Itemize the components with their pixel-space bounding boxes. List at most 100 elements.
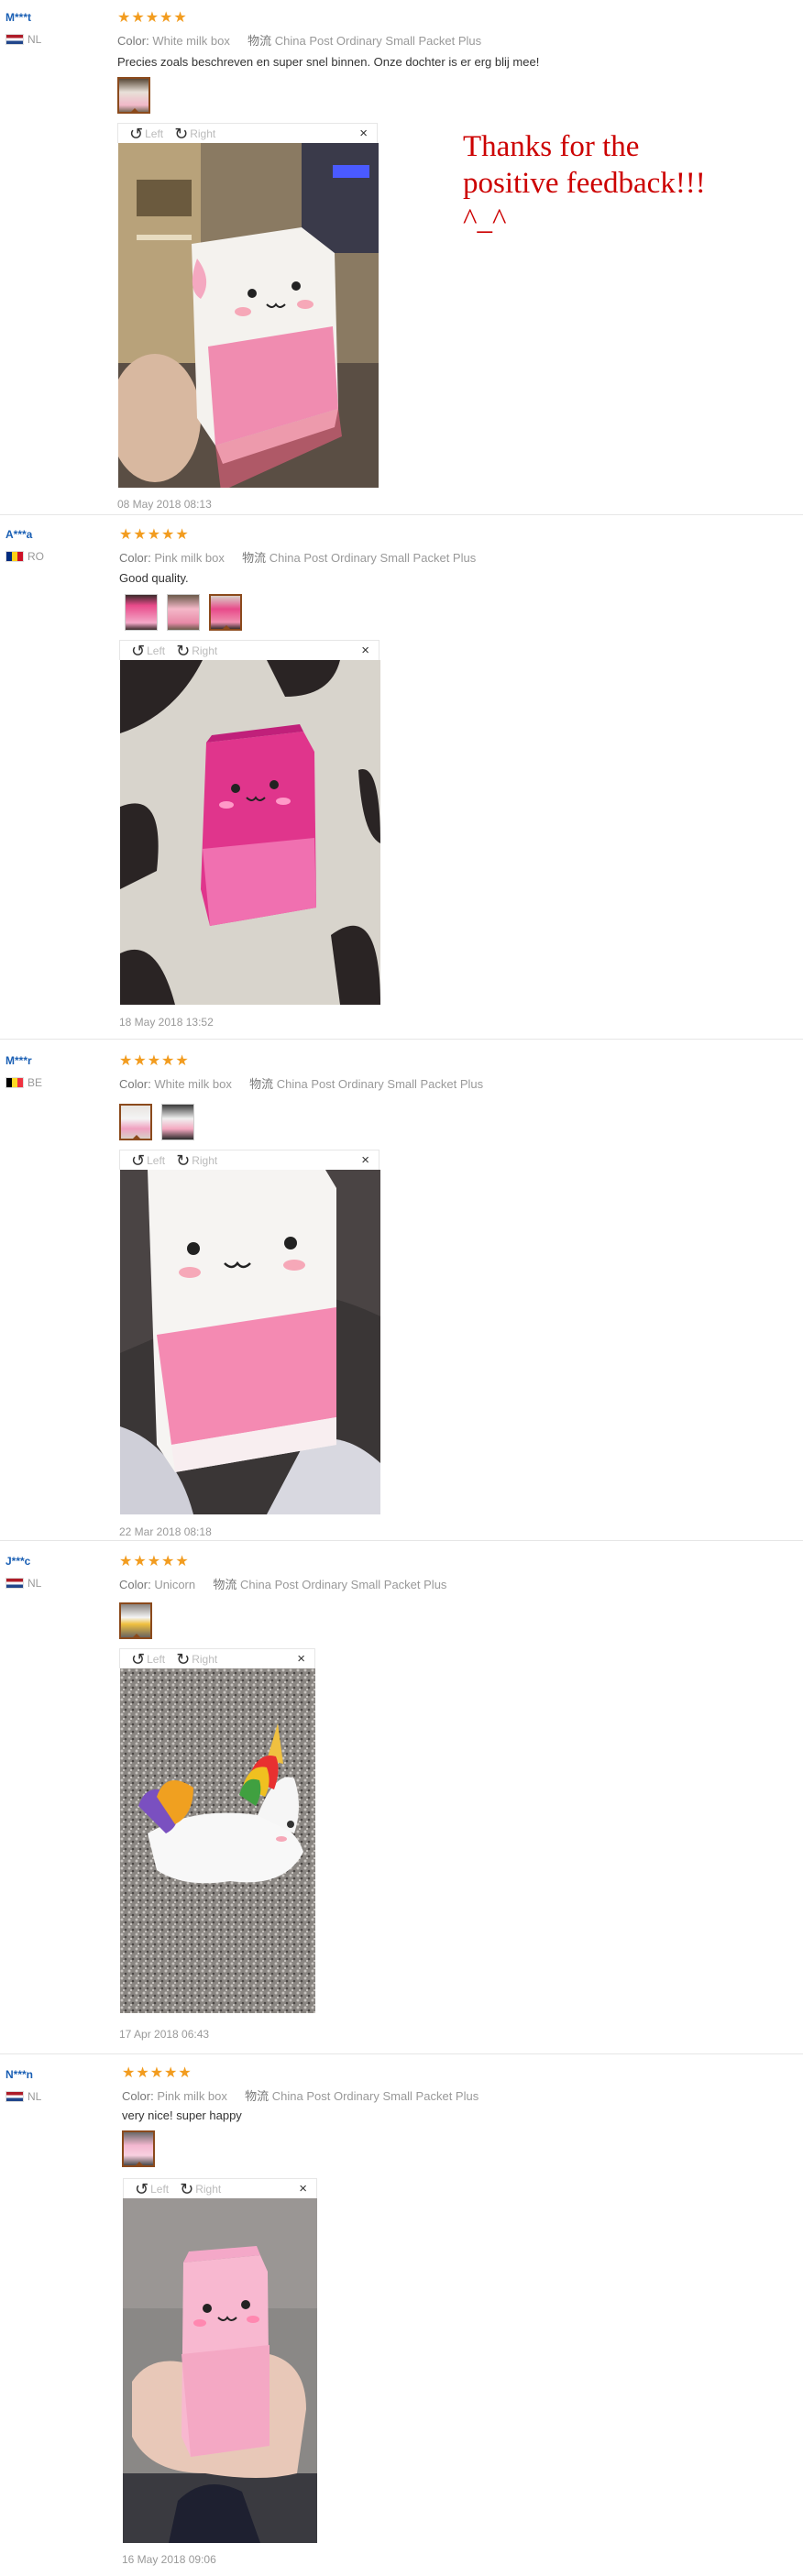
review-thumbnails <box>122 2130 155 2167</box>
review-divider <box>0 1540 803 1541</box>
rotate-right-label: Right <box>195 2182 222 2196</box>
review-divider <box>0 2053 803 2054</box>
rating-stars: ★★★★★ <box>119 1554 190 1569</box>
rating-stars: ★★★★★ <box>119 1053 190 1069</box>
review-date: 17 Apr 2018 06:43 <box>119 2028 210 2041</box>
rotate-right-button[interactable]: ↻ Right <box>176 1152 217 1169</box>
review-thumbnails <box>125 594 242 631</box>
rotate-right-icon: ↻ <box>176 1649 191 1668</box>
review-thumbnail[interactable] <box>122 2130 155 2167</box>
rotate-left-button[interactable]: ↺ Left <box>131 1152 165 1169</box>
shipping-label: 物流 <box>249 1077 274 1091</box>
rotate-left-button[interactable]: ↺ Left <box>129 126 163 142</box>
review-date: 08 May 2018 08:13 <box>117 498 212 511</box>
country-code: NL <box>28 2090 42 2103</box>
close-icon[interactable]: × <box>361 643 369 658</box>
rotate-right-button[interactable]: ↻ Right <box>176 643 217 659</box>
review-thumbnail[interactable] <box>119 1104 152 1140</box>
rotate-right-label: Right <box>192 644 218 657</box>
reviewer-name[interactable]: M***t <box>6 11 31 24</box>
review-photo[interactable] <box>118 143 379 488</box>
review-date: 22 Mar 2018 08:18 <box>119 1525 212 1538</box>
review-text: very nice! super happy <box>122 2108 242 2122</box>
image-viewer-toolbar: ↺ Left ↻ Right × <box>123 2178 317 2198</box>
color-label: Color: <box>119 1077 151 1091</box>
shipping-label: 物流 <box>245 2089 270 2103</box>
reviewer-name[interactable]: A***a <box>6 528 32 541</box>
rotate-right-label: Right <box>192 1153 218 1167</box>
color-label: Color: <box>117 34 149 48</box>
rotate-right-label: Right <box>190 127 216 140</box>
color-label: Color: <box>119 551 151 565</box>
review-thumbnail[interactable] <box>119 1602 152 1639</box>
review-date: 16 May 2018 09:06 <box>122 2553 216 2566</box>
rotate-right-icon: ↻ <box>174 124 189 143</box>
shipping-value: China Post Ordinary Small Packet Plus <box>269 551 477 565</box>
review-divider <box>0 1039 803 1040</box>
rotate-right-button[interactable]: ↻ Right <box>176 1651 217 1668</box>
review-meta: Color: White milk box 物流 China Post Ordi… <box>119 1074 483 1092</box>
country-code: NL <box>28 1577 42 1590</box>
close-icon[interactable]: × <box>299 2181 307 2196</box>
reviewer-name[interactable]: N***n <box>6 2068 33 2081</box>
rotate-right-icon: ↻ <box>176 1150 191 1170</box>
rotate-left-button[interactable]: ↺ Left <box>131 1651 165 1668</box>
rotate-left-button[interactable]: ↺ Left <box>131 643 165 659</box>
rotate-right-button[interactable]: ↻ Right <box>180 2181 221 2197</box>
rotate-left-icon: ↺ <box>131 1649 146 1668</box>
rotate-left-icon: ↺ <box>129 124 144 143</box>
color-label: Color: <box>119 1578 151 1591</box>
review-photo[interactable] <box>120 1668 315 2013</box>
review-text: Good quality. <box>119 571 189 585</box>
review-thumbnails <box>119 1104 194 1140</box>
review-thumbnail[interactable] <box>125 594 158 631</box>
review-thumbnail[interactable] <box>209 594 242 631</box>
reviewer-country: BE <box>6 1076 42 1089</box>
flag-ro-icon <box>6 551 24 562</box>
rotate-left-label: Left <box>147 1153 166 1167</box>
seller-thank-you-note: Thanks for the positive feedback!!! ^_^ <box>463 130 706 237</box>
review-thumbnail[interactable] <box>167 594 200 631</box>
review-thumbnail[interactable] <box>161 1104 194 1140</box>
image-viewer-toolbar: ↺ Left ↻ Right × <box>119 1150 380 1170</box>
review-photo[interactable] <box>123 2198 317 2543</box>
close-icon[interactable]: × <box>359 126 368 141</box>
rating-stars: ★★★★★ <box>117 10 188 26</box>
image-viewer-toolbar: ↺ Left ↻ Right × <box>119 640 380 660</box>
color-label: Color: <box>122 2089 154 2103</box>
color-value: White milk box <box>154 1077 232 1091</box>
shipping-value: China Post Ordinary Small Packet Plus <box>240 1578 447 1591</box>
review-photo[interactable] <box>120 660 380 1005</box>
color-value: Pink milk box <box>157 2089 227 2103</box>
review-thumbnails <box>119 1602 152 1639</box>
rotate-left-label: Left <box>147 644 166 657</box>
rotate-right-button[interactable]: ↻ Right <box>174 126 215 142</box>
rotate-right-icon: ↻ <box>176 641 191 660</box>
close-icon[interactable]: × <box>297 1651 305 1667</box>
review-text: Precies zoals beschreven en super snel b… <box>117 55 540 69</box>
review-divider <box>0 514 803 515</box>
color-value: Unicorn <box>154 1578 196 1591</box>
review-photo[interactable] <box>120 1170 380 1514</box>
shipping-value: China Post Ordinary Small Packet Plus <box>274 34 482 48</box>
reviewer-country: NL <box>6 2090 41 2103</box>
reviewer-name[interactable]: J***c <box>6 1555 30 1568</box>
rotate-left-icon: ↺ <box>131 1150 146 1170</box>
country-code: RO <box>28 550 44 563</box>
review-meta: Color: White milk box 物流 China Post Ordi… <box>117 31 481 49</box>
flag-nl-icon <box>6 34 24 45</box>
review-thumbnail[interactable] <box>117 77 150 114</box>
shipping-label: 物流 <box>213 1578 237 1591</box>
reviewer-country: NL <box>6 33 41 46</box>
rotate-left-label: Left <box>147 1652 166 1666</box>
review-meta: Color: Unicorn 物流 China Post Ordinary Sm… <box>119 1575 446 1592</box>
close-icon[interactable]: × <box>361 1152 369 1168</box>
review-meta: Color: Pink milk box 物流 China Post Ordin… <box>119 548 476 566</box>
image-viewer-toolbar: ↺ Left ↻ Right × <box>117 123 378 143</box>
flag-be-icon <box>6 1077 24 1088</box>
flag-nl-icon <box>6 2091 24 2102</box>
rotate-left-button[interactable]: ↺ Left <box>135 2181 169 2197</box>
review-date: 18 May 2018 13:52 <box>119 1016 214 1029</box>
reviewer-name[interactable]: M***r <box>6 1054 32 1067</box>
shipping-label: 物流 <box>242 551 267 565</box>
